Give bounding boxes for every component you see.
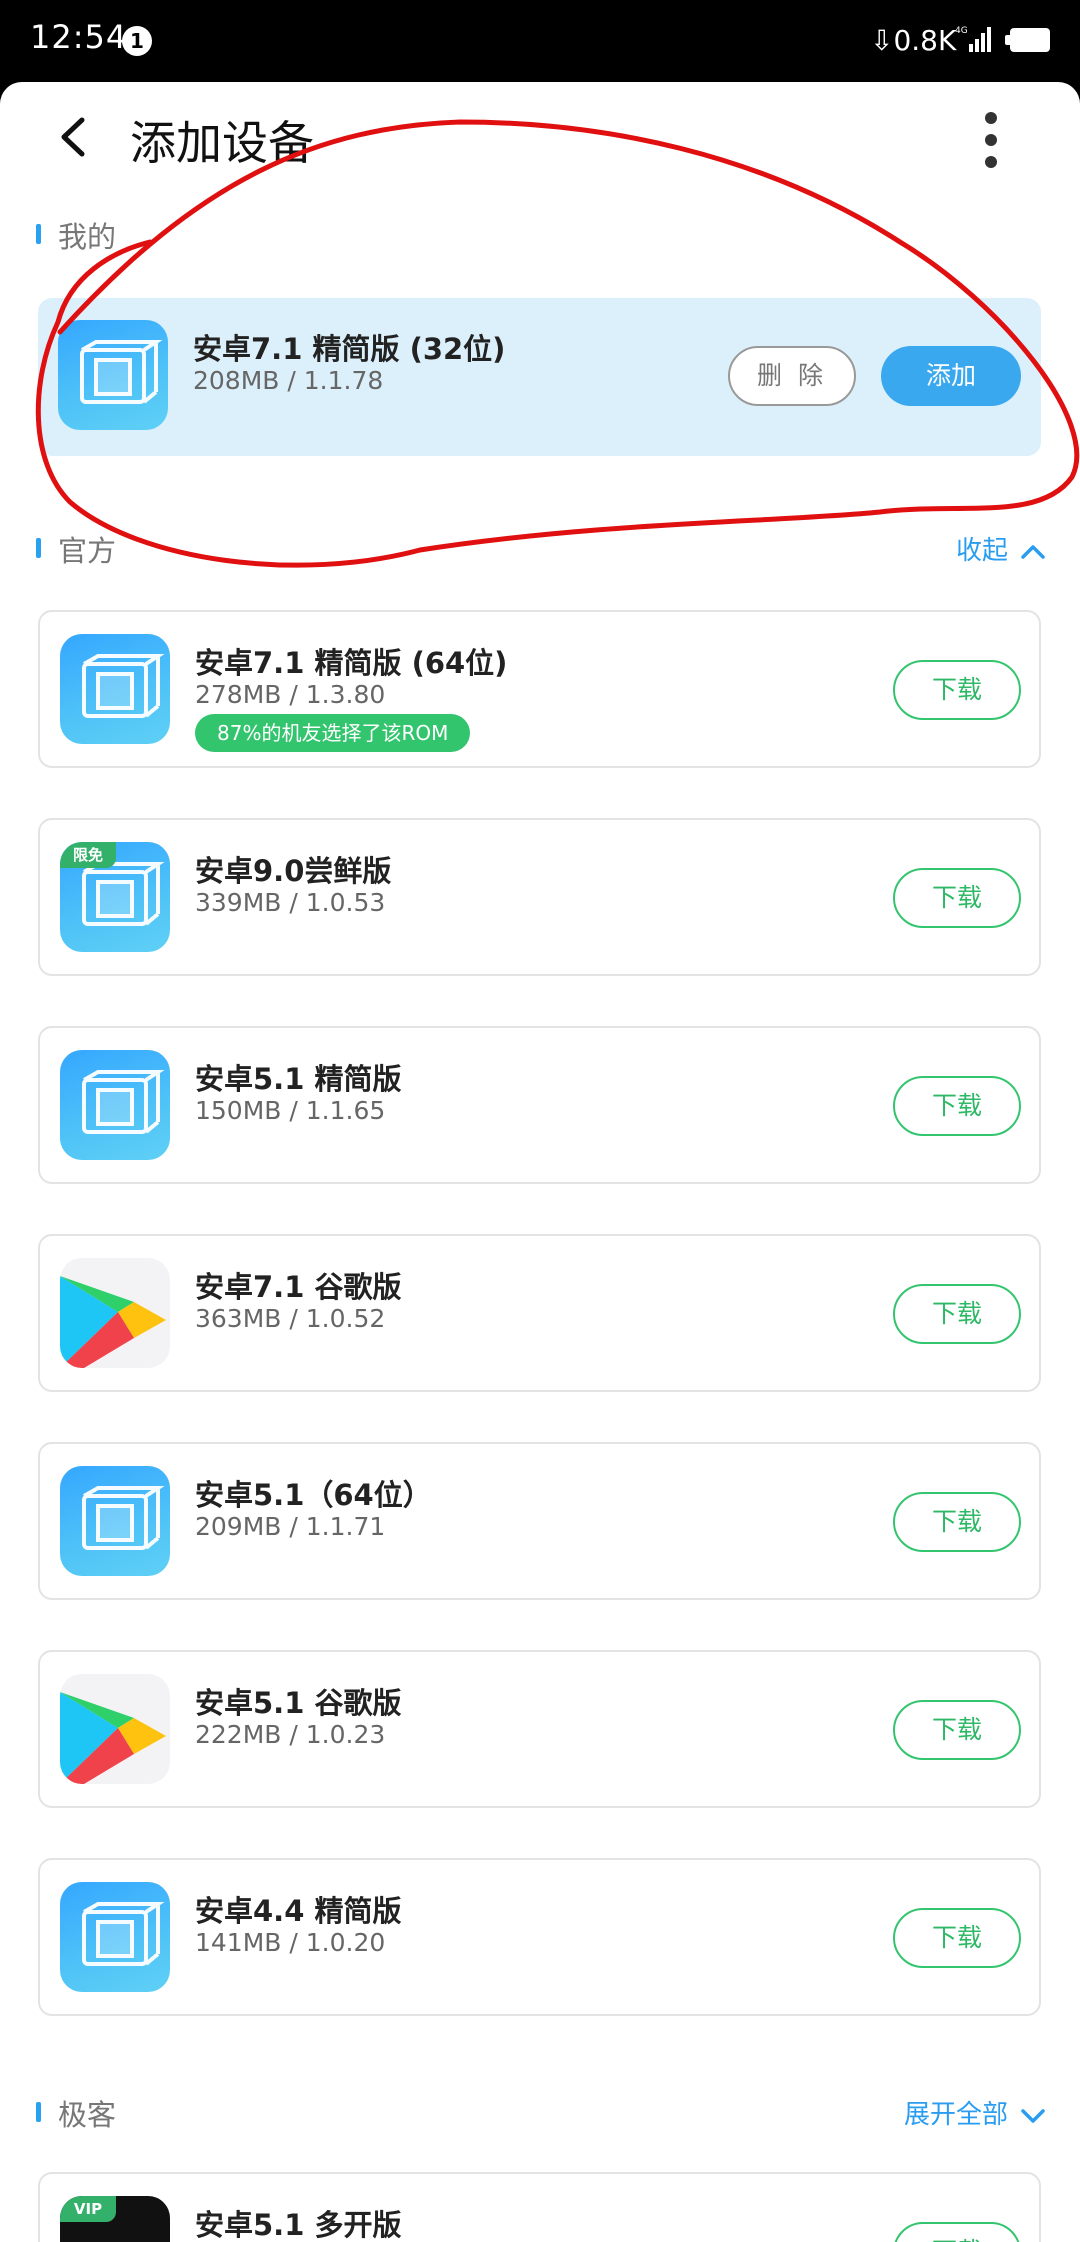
- section-geek: 极客 展开全部: [36, 2092, 1046, 2136]
- rom-name: 安卓7.1 精简版 (64位): [195, 646, 508, 680]
- rom-name: 安卓7.1 精简版 (32位): [193, 332, 506, 366]
- download-button[interactable]: 下载: [893, 660, 1021, 720]
- collapse-label: 收起: [955, 536, 1008, 566]
- rom-meta: 339MB / 1.0.53: [195, 888, 386, 917]
- rom-card[interactable]: 安卓5.1 谷歌版 222MB / 1.0.23 下载: [38, 1650, 1041, 1808]
- google-play-icon: [60, 1674, 170, 1784]
- rom-meta: 278MB / 1.3.80: [195, 680, 386, 709]
- rom-meta: 141MB / 1.0.20: [195, 1928, 386, 1957]
- status-bar: 12:54 1 ⇩0.8K 4G: [0, 0, 1080, 82]
- rom-meta: 363MB / 1.0.52: [195, 1304, 386, 1333]
- app-bar: 添加设备: [0, 82, 1080, 192]
- net-speed-value: 0.8K: [893, 24, 957, 57]
- page-title: 添加设备: [130, 116, 314, 170]
- vm-box-icon: 限免: [60, 842, 170, 952]
- rom-name: 安卓5.1 多开版: [195, 2208, 402, 2242]
- rom-name: 安卓5.1 精简版: [195, 1062, 402, 1096]
- rom-meta: 209MB / 1.1.71: [195, 1512, 386, 1541]
- more-options-button[interactable]: [985, 112, 997, 172]
- download-button[interactable]: 下载: [893, 1700, 1021, 1760]
- rom-name: 安卓5.1 谷歌版: [195, 1686, 402, 1720]
- rom-name: 安卓7.1 谷歌版: [195, 1270, 402, 1304]
- download-button[interactable]: 下载: [893, 868, 1021, 928]
- battery-icon: [1005, 28, 1050, 52]
- section-title: 官方: [58, 534, 117, 568]
- expand-all-label: 展开全部: [903, 2100, 1008, 2130]
- delete-button[interactable]: 删 除: [728, 346, 856, 406]
- vm-box-icon: [60, 1050, 170, 1160]
- download-button[interactable]: 下载: [893, 1492, 1021, 1552]
- corner-badge: 限免: [60, 842, 116, 868]
- vm-box-icon: [60, 1882, 170, 1992]
- chevron-left-icon: [61, 117, 85, 157]
- vip-app-icon: VIP: [60, 2196, 170, 2242]
- rom-meta: 208MB / 1.1.78: [193, 366, 384, 395]
- section-official: 官方 收起: [36, 528, 1046, 572]
- download-button[interactable]: 下载: [893, 1284, 1021, 1344]
- download-button[interactable]: 下载: [893, 1076, 1021, 1136]
- rom-card[interactable]: 安卓4.4 精简版 141MB / 1.0.20 下载: [38, 1858, 1041, 2016]
- collapse-toggle[interactable]: 收起: [956, 530, 1046, 567]
- rom-name: 安卓5.1（64位）: [195, 1478, 432, 1512]
- download-button[interactable]: 下载: [893, 1908, 1021, 1968]
- net-speed: ⇩0.8K: [870, 24, 957, 57]
- rom-card[interactable]: 安卓7.1 谷歌版 363MB / 1.0.52 下载: [38, 1234, 1041, 1392]
- signal-icon: 4G: [955, 26, 991, 52]
- rom-card[interactable]: 安卓5.1 精简版 150MB / 1.1.65 下载: [38, 1026, 1041, 1184]
- expand-all-toggle[interactable]: 展开全部: [904, 2094, 1046, 2131]
- section-title: 我的: [58, 220, 117, 254]
- rom-name: 安卓4.4 精简版: [195, 1894, 402, 1928]
- section-marker: [36, 224, 41, 244]
- add-device-screen: 添加设备 我的 安卓7.1 精简版 (32位) 208MB / 1.1.78 删…: [0, 82, 1080, 2242]
- chevron-up-icon: [1021, 544, 1045, 559]
- download-button[interactable]: 下载: [893, 2222, 1021, 2242]
- rom-meta: 222MB / 1.0.23: [195, 1720, 386, 1749]
- rom-card[interactable]: 限免 安卓9.0尝鲜版 339MB / 1.0.53 下载: [38, 818, 1041, 976]
- popularity-tag: 87%的机友选择了该ROM: [195, 714, 471, 752]
- vm-box-icon: [60, 1466, 170, 1576]
- more-vertical-icon: [985, 112, 997, 168]
- rom-card[interactable]: 安卓7.1 精简版 (64位) 278MB / 1.3.80 87%的机友选择了该R…: [38, 610, 1041, 768]
- notification-badge: 1: [122, 26, 152, 56]
- rom-name: 安卓9.0尝鲜版: [195, 854, 392, 888]
- vm-box-icon: [58, 320, 168, 430]
- status-time: 12:54: [30, 18, 128, 56]
- rom-meta: 150MB / 1.1.65: [195, 1096, 386, 1125]
- rom-card[interactable]: 安卓5.1（64位） 209MB / 1.1.71 下载: [38, 1442, 1041, 1600]
- section-marker: [36, 538, 41, 558]
- section-mine: 我的: [36, 214, 1046, 258]
- net-type: 4G: [955, 26, 968, 36]
- rom-card[interactable]: VIP 安卓5.1 多开版 下载: [38, 2172, 1041, 2242]
- my-rom-card[interactable]: 安卓7.1 精简版 (32位) 208MB / 1.1.78 删 除 添加: [38, 298, 1041, 456]
- google-play-icon: [60, 1258, 170, 1368]
- section-title: 极客: [58, 2098, 117, 2132]
- chevron-down-icon: [1021, 2108, 1045, 2123]
- back-button[interactable]: [50, 112, 100, 162]
- section-marker: [36, 2102, 41, 2122]
- corner-badge: VIP: [60, 2196, 116, 2222]
- add-button[interactable]: 添加: [881, 346, 1021, 406]
- vm-box-icon: [60, 634, 170, 744]
